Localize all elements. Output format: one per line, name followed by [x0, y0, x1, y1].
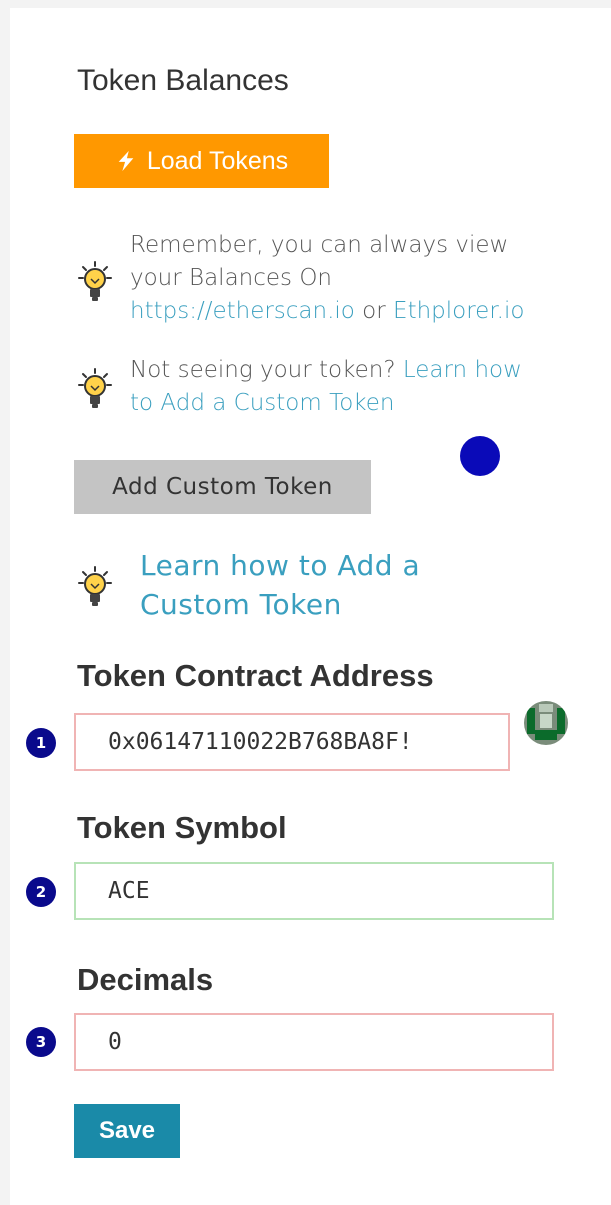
step-badge-2: 2: [26, 877, 56, 907]
symbol-label: Token Symbol: [77, 810, 287, 845]
tip-view-balances: Remember, you can always view your Balan…: [78, 229, 524, 328]
tip-view-balances-text: Remember, you can always view your Balan…: [130, 232, 525, 324]
lightning-icon: [118, 150, 134, 172]
cursor-marker: [460, 436, 500, 476]
page-title: Token Balances: [77, 64, 289, 97]
load-tokens-button[interactable]: Load Tokens: [74, 134, 329, 188]
tip-custom-token-text: Not seeing your token? Learn how to Add …: [130, 357, 522, 416]
etherscan-link[interactable]: https://etherscan.io: [130, 298, 355, 324]
learn-how-link[interactable]: Learn how: [403, 357, 522, 383]
add-custom-token-button[interactable]: Add Custom Token: [74, 460, 371, 514]
step-badge-1: 1: [26, 728, 56, 758]
ethplorer-link[interactable]: Ethplorer.io: [393, 298, 524, 324]
tip-custom-token: Not seeing your token? Learn how to Add …: [78, 354, 522, 420]
lightbulb-icon: [78, 566, 112, 606]
contract-address-input[interactable]: [74, 713, 510, 771]
lightbulb-icon: [78, 368, 112, 408]
window-frame-left: [0, 8, 10, 1205]
load-tokens-label: Load Tokens: [146, 146, 289, 175]
step-badge-3: 3: [26, 1027, 56, 1057]
token-symbol-input[interactable]: [74, 862, 554, 920]
address-label: Token Contract Address: [77, 658, 434, 693]
learn-custom-token-link[interactable]: Learn how to Add a Custom Token: [140, 546, 420, 624]
decimals-label: Decimals: [77, 962, 214, 997]
save-button[interactable]: Save: [74, 1104, 180, 1158]
lightbulb-icon: [78, 261, 112, 301]
decimals-input[interactable]: [74, 1013, 554, 1071]
learn-how-link-continued[interactable]: to Add a Custom Token: [130, 390, 395, 416]
window-frame-top: [0, 0, 611, 8]
identicon-avatar: [524, 701, 568, 745]
learn-custom-token: Learn how to Add a Custom Token: [78, 548, 420, 624]
